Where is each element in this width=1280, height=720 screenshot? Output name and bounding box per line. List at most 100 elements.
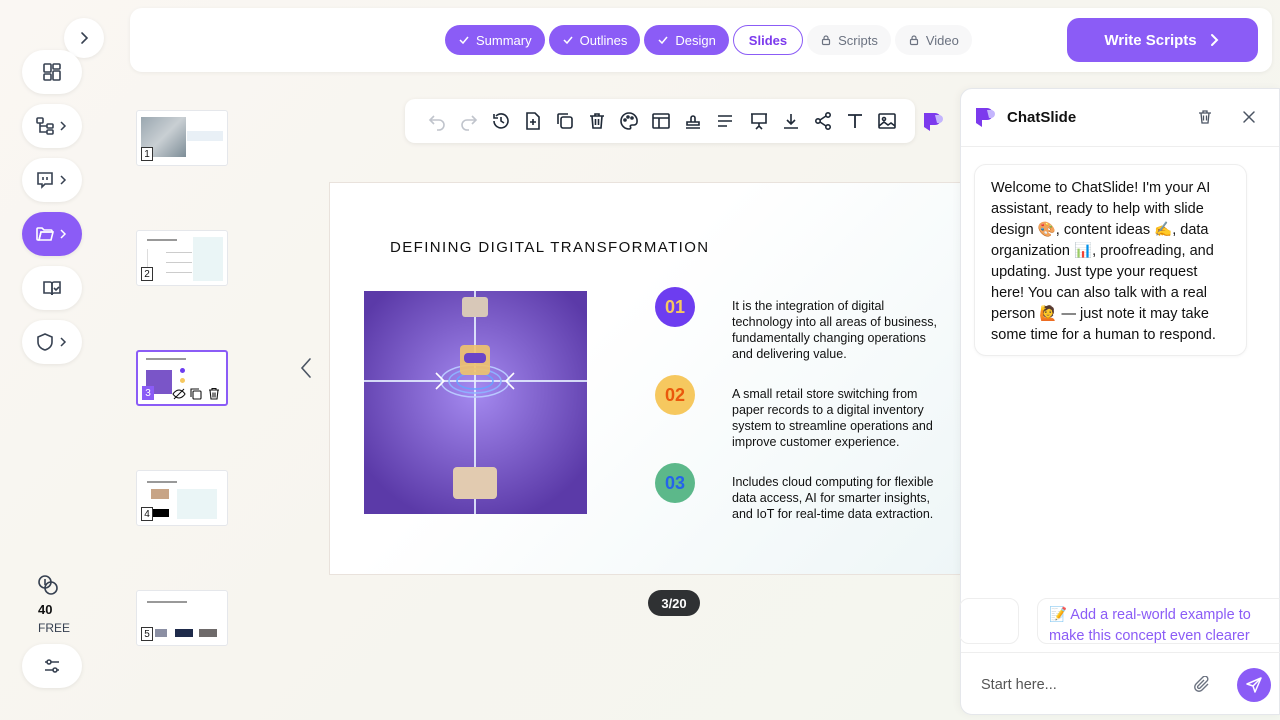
close-chat-button[interactable]	[1241, 109, 1257, 125]
book-check-icon	[43, 281, 61, 296]
send-button[interactable]	[1237, 668, 1271, 702]
step-outlines[interactable]: Outlines	[548, 25, 641, 55]
step-label: Design	[675, 32, 716, 48]
slide-image[interactable]	[364, 291, 587, 514]
duplicate-button[interactable]	[549, 105, 581, 137]
suggestion-text: 📝 Add a real-world example to make this …	[1049, 607, 1251, 644]
point-text-02[interactable]: A small retail store switching from pape…	[732, 386, 947, 450]
slide-thumbnail-5[interactable]: 5	[136, 590, 228, 646]
slide-canvas[interactable]: DEFINING DIGITAL TRANSFORMATION 01 It is…	[329, 182, 969, 575]
slide-thumbnail-2[interactable]: 2	[136, 230, 228, 286]
thumbnail-image	[151, 489, 169, 499]
sidebar-item-chat[interactable]	[22, 158, 82, 202]
slide-title[interactable]: DEFINING DIGITAL TRANSFORMATION	[390, 239, 710, 256]
redo-button[interactable]	[453, 105, 485, 137]
image-button[interactable]	[871, 105, 903, 137]
chat-input-bar: Start here...	[961, 652, 1280, 716]
hide-slide-icon[interactable]	[172, 387, 186, 401]
step-slides[interactable]: Slides	[732, 25, 804, 55]
text-button[interactable]	[839, 105, 871, 137]
suggestion-chip-previous[interactable]	[959, 598, 1019, 644]
assistant-welcome-message: Welcome to ChatSlide! I'm your AI assist…	[974, 164, 1247, 356]
step-scripts[interactable]: Scripts	[807, 25, 891, 55]
step-video[interactable]: Video	[894, 25, 972, 55]
chat-title: ChatSlide	[1007, 109, 1077, 126]
close-icon	[1243, 111, 1255, 123]
add-page-button[interactable]	[517, 105, 549, 137]
copy-icon	[557, 113, 573, 129]
credits-display[interactable]: 40 FREE	[30, 574, 71, 635]
chat-header: ChatSlide	[961, 89, 1279, 147]
undo-button[interactable]	[421, 105, 453, 137]
sidebar-item-resources[interactable]	[22, 266, 82, 310]
thumbnail-title-line	[147, 239, 177, 241]
thumbnail-bg	[193, 237, 223, 281]
attach-button[interactable]	[1193, 676, 1211, 694]
sidebar-item-dashboard[interactable]	[22, 50, 82, 94]
chevron-right-icon	[81, 32, 89, 44]
settings-button[interactable]	[22, 644, 82, 688]
check-icon	[563, 36, 573, 45]
layout-button[interactable]	[645, 105, 677, 137]
thumbnail-title-line	[147, 601, 187, 603]
previous-slide-button[interactable]	[296, 356, 318, 380]
thumbnail-text-block	[177, 489, 217, 519]
sidebar-item-outline[interactable]	[22, 104, 82, 148]
undo-icon	[428, 115, 445, 131]
share-icon	[814, 111, 832, 131]
coins-icon	[38, 575, 58, 595]
digital-hub-illustration	[364, 291, 587, 514]
step-design[interactable]: Design	[644, 25, 729, 55]
editor-toolbar	[405, 99, 915, 143]
chat-input[interactable]: Start here...	[981, 677, 1057, 693]
step-label: Scripts	[838, 32, 878, 48]
download-button[interactable]	[775, 105, 807, 137]
chatslide-logo-toggle[interactable]	[921, 110, 945, 134]
clear-chat-button[interactable]	[1197, 109, 1213, 125]
history-icon	[493, 113, 509, 129]
suggestion-chip[interactable]: 📝 Add a real-world example to make this …	[1037, 598, 1280, 644]
slide-thumbnail-1[interactable]: 1	[136, 110, 228, 166]
thumbnail-list	[147, 249, 192, 279]
slide-thumbnail-3[interactable]: 3	[136, 350, 228, 406]
thumbnail-image	[175, 629, 193, 637]
sidebar-item-folder[interactable]	[22, 212, 82, 256]
share-button[interactable]	[807, 105, 839, 137]
theme-button[interactable]	[613, 105, 645, 137]
thumbnail-dot	[180, 378, 185, 383]
add-page-icon	[526, 112, 540, 130]
step-label: Outlines	[579, 32, 628, 48]
trash-icon	[590, 113, 604, 129]
layout-icon	[652, 113, 670, 129]
thumbnail-dot	[180, 368, 185, 373]
duplicate-slide-icon[interactable]	[189, 387, 203, 401]
palette-icon	[620, 112, 638, 130]
image-icon	[878, 113, 896, 129]
write-scripts-button[interactable]: Write Scripts	[1067, 18, 1258, 62]
chevron-left-icon	[300, 358, 311, 378]
workflow-steps: Summary Outlines Design Slides Scripts V…	[445, 25, 972, 55]
history-button[interactable]	[485, 105, 517, 137]
point-text-01[interactable]: It is the integration of digital technol…	[732, 298, 947, 362]
presentation-icon	[751, 113, 767, 130]
paperclip-icon	[1194, 676, 1209, 692]
delete-slide-icon[interactable]	[207, 387, 221, 401]
step-label: Slides	[748, 32, 788, 48]
point-number-03: 03	[655, 463, 695, 503]
align-button[interactable]	[709, 105, 741, 137]
stamp-button[interactable]	[677, 105, 709, 137]
plan-label: FREE	[38, 621, 71, 635]
thumbnail-number: 5	[141, 627, 153, 641]
thumbnail-number: 3	[142, 386, 154, 400]
write-scripts-label: Write Scripts	[1104, 31, 1197, 49]
text-icon	[848, 114, 862, 128]
point-text-03[interactable]: Includes cloud computing for flexible da…	[732, 474, 947, 522]
step-summary[interactable]: Summary	[445, 25, 545, 55]
trash-icon	[1199, 110, 1211, 124]
delete-button[interactable]	[581, 105, 613, 137]
sliders-icon	[45, 659, 59, 673]
present-button[interactable]	[743, 105, 775, 137]
folder-icon	[36, 227, 55, 241]
sidebar-item-security[interactable]	[22, 320, 82, 364]
slide-thumbnail-4[interactable]: 4	[136, 470, 228, 526]
